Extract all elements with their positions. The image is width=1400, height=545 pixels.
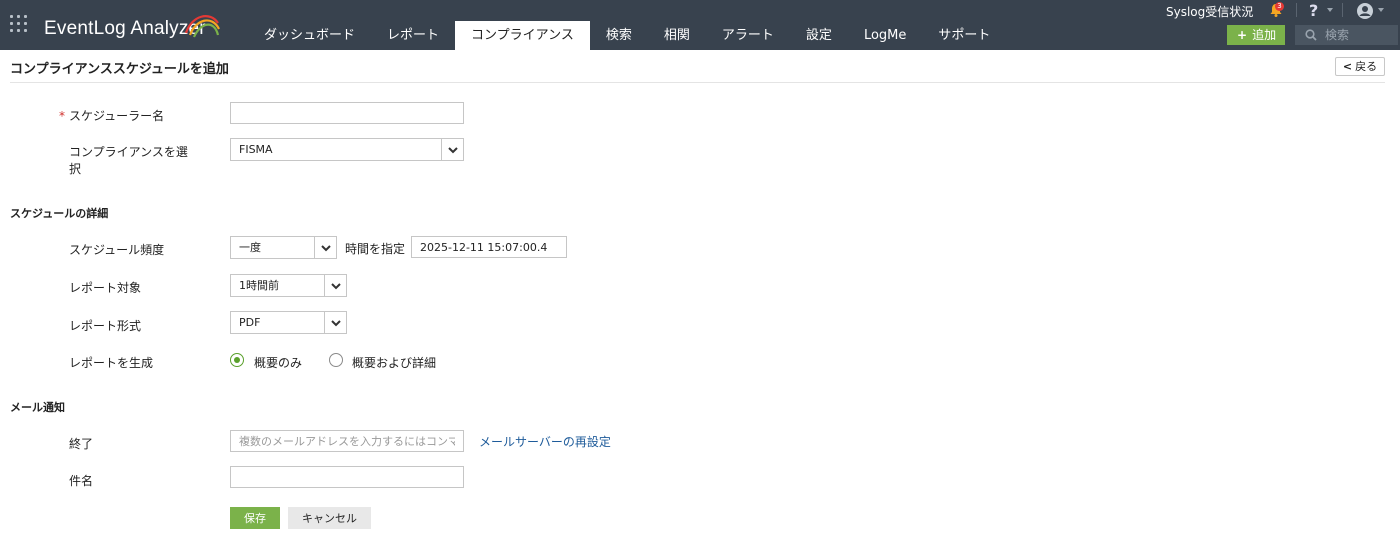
tab-settings[interactable]: 設定 [790, 21, 848, 50]
tab-dashboard[interactable]: ダッシュボード [248, 21, 371, 50]
subject-label: 件名 [69, 474, 94, 488]
report-target-select[interactable]: 1時間前 [230, 274, 347, 297]
compliance-label-line2: 択 [69, 162, 82, 176]
tab-support[interactable]: サポート [922, 21, 1006, 50]
compliance-select[interactable]: FISMA [230, 138, 464, 161]
radio-summary-only-label[interactable]: 概要のみ [254, 354, 302, 371]
header-divider [10, 82, 1385, 83]
page-title: コンプライアンススケジュールを追加 [10, 62, 229, 77]
scheduler-name-input[interactable] [230, 102, 464, 124]
help-icon[interactable]: ? [1309, 1, 1318, 20]
report-target-select-value: 1時間前 [239, 279, 279, 292]
report-target-label: レポート対象 [69, 281, 142, 295]
top-bar: EventLog Analyzer ダッシュボード レポート コンプライアンス … [0, 0, 1400, 50]
main-nav: ダッシュボード レポート コンプライアンス 検索 相関 アラート 設定 LogM… [248, 21, 1006, 50]
cancel-button[interactable]: キャンセル [288, 507, 371, 529]
tab-compliance[interactable]: コンプライアンス [455, 21, 590, 50]
user-caret-icon[interactable] [1378, 8, 1384, 12]
add-button-label: 追加 [1252, 28, 1277, 42]
plus-icon: + [1237, 28, 1248, 42]
compliance-select-value: FISMA [239, 143, 273, 156]
mail-server-settings-link[interactable]: メールサーバーの再設定 [479, 433, 611, 450]
user-icon[interactable] [1356, 2, 1374, 20]
required-mark: * [59, 109, 65, 123]
email-to-input[interactable] [230, 430, 464, 452]
tab-logme[interactable]: LogMe [848, 21, 922, 50]
search-icon [1305, 29, 1317, 41]
mail-section-title: メール通知 [10, 401, 65, 414]
notification-badge: 3 [1275, 2, 1284, 11]
time-label: 時間を指定 [345, 242, 406, 256]
radio-summary-and-details[interactable] [329, 353, 343, 367]
scheduler-name-label: * スケジューラー名 [59, 109, 165, 123]
tab-reports[interactable]: レポート [371, 21, 455, 50]
radio-summary-only[interactable] [230, 353, 244, 367]
tab-search[interactable]: 検索 [590, 21, 648, 50]
frequency-select-value: 一度 [239, 241, 261, 254]
tab-alerts[interactable]: アラート [706, 21, 790, 50]
report-format-label: レポート形式 [69, 319, 142, 333]
chevron-left-icon: < [1342, 60, 1353, 73]
schedule-section-title: スケジュールの詳細 [10, 207, 109, 220]
chevron-down-icon [324, 275, 346, 296]
syslog-status-link[interactable]: Syslog受信状況 [1166, 3, 1253, 20]
to-label: 終了 [69, 437, 94, 451]
global-search[interactable] [1295, 25, 1398, 45]
chevron-down-icon [441, 139, 463, 160]
report-format-select[interactable]: PDF [230, 311, 347, 334]
time-input[interactable] [411, 236, 567, 258]
back-button-label: 戻る [1355, 60, 1378, 73]
save-button[interactable]: 保存 [230, 507, 280, 529]
subject-input[interactable] [230, 466, 464, 488]
apps-grid-icon[interactable] [10, 15, 28, 33]
radio-summary-and-details-label[interactable]: 概要および詳細 [352, 354, 436, 371]
help-caret-icon[interactable] [1327, 8, 1333, 12]
chevron-down-icon [324, 312, 346, 333]
divider [1296, 3, 1297, 17]
back-button[interactable]: < 戻る [1335, 57, 1385, 76]
compliance-label-line1: コンプライアンスを選 [69, 145, 188, 159]
report-format-select-value: PDF [239, 316, 261, 329]
logo-swoosh-icon [184, 15, 220, 38]
chevron-down-icon [314, 237, 336, 258]
frequency-select[interactable]: 一度 [230, 236, 337, 259]
tab-correlation[interactable]: 相関 [648, 21, 706, 50]
divider [1342, 3, 1343, 17]
add-button[interactable]: + 追加 [1227, 25, 1285, 45]
frequency-label: スケジュール頻度 [69, 243, 165, 257]
search-input[interactable] [1325, 25, 1395, 45]
generate-report-label: レポートを生成 [69, 356, 154, 370]
